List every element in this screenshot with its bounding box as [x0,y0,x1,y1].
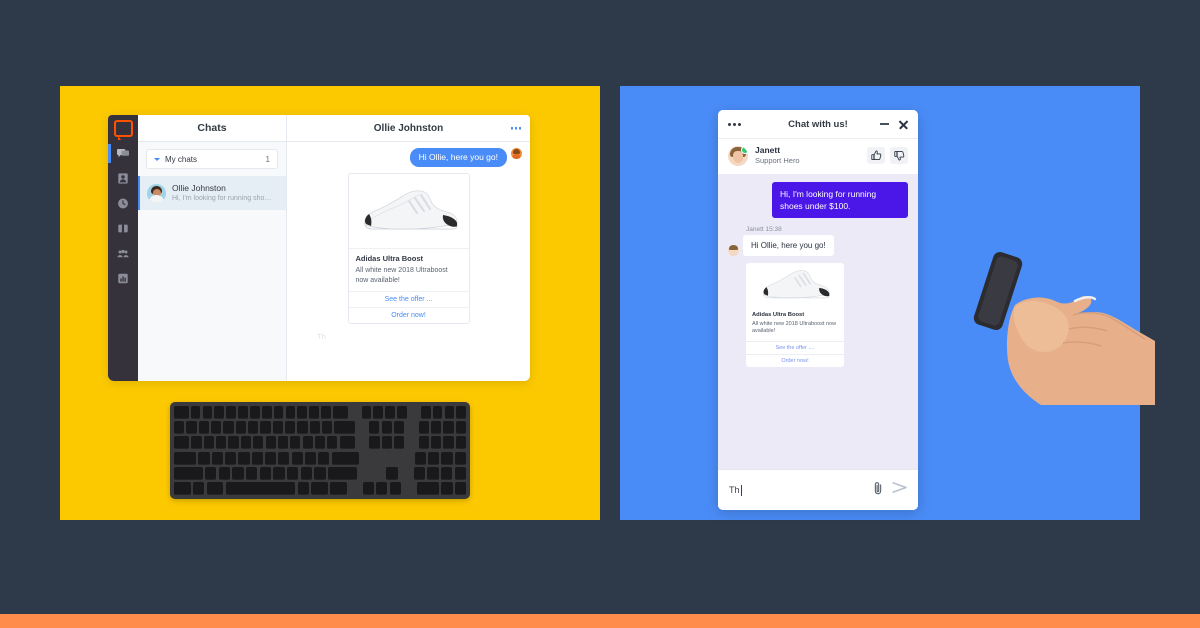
chat-list-panel: Chats My chats 1 Ollie Johnston Hi, I'm … [138,115,287,381]
message-visitor: Hi, I'm looking for running shoes under … [728,182,908,218]
order-now-button[interactable]: Order now! [746,353,844,367]
avatar [511,148,522,159]
sidebar-item-contacts[interactable] [108,166,138,191]
product-image [348,174,469,248]
see-offer-button[interactable]: See the offer .... [746,340,844,354]
team-icon [117,249,129,258]
product-description: All white new 2018 Ultraboost now availa… [355,267,448,284]
product-image [746,263,844,307]
avatar [728,245,739,256]
hand-holding-phone [955,245,1155,405]
contacts-icon [118,173,128,184]
see-offer-button[interactable]: See the offer ... [348,291,469,307]
chats-icon [117,149,129,158]
typing-preview: Th [317,332,326,341]
message-bubble: Hi, I'm looking for running shoes under … [772,182,908,218]
my-chats-group[interactable]: My chats 1 [146,149,278,169]
more-options-icon[interactable] [728,122,741,126]
order-now-button[interactable]: Order now! [348,307,469,323]
list-item-preview: Hi, I'm looking for running shoes... [172,194,272,202]
chat-widget: Chat with us! Janett Support Hero Hi, I'… [718,110,918,510]
widget-messages: Hi, I'm looking for running shoes under … [718,174,918,469]
sidebar-item-reports[interactable] [108,266,138,291]
more-options-icon[interactable] [510,126,521,130]
page-title: Ollie Johnston [373,122,444,134]
desktop-app-window: Chats My chats 1 Ollie Johnston Hi, I'm … [108,115,530,381]
text-caret [740,484,742,496]
message-input[interactable]: Th [729,484,864,496]
product-card: Adidas Ultra Boost All white new 2018 Ul… [746,263,844,367]
message-bubble: Hi Ollie, here you go! [743,235,834,256]
widget-agent-bar: Janett Support Hero [718,138,918,174]
thumbs-down-icon[interactable] [890,147,908,164]
avatar [728,145,748,166]
white-running-shoe [763,270,830,299]
agent-role: Support Hero [755,156,800,165]
send-icon[interactable] [892,481,907,499]
message-agent: Hi Ollie, here you go! [728,235,908,256]
chat-list-header: Chats [138,115,286,142]
message-agent: Hi Ollie, here you go! [295,148,522,167]
message-input-value: Th [729,485,740,495]
conversation-messages: Hi Ollie, here you go! Adidas Ultra Boos… [287,142,530,381]
message-meta: Janett 15:38 [746,226,782,233]
sidebar-item-team[interactable] [108,241,138,266]
archives-icon [118,198,128,209]
scene: Chats My chats 1 Ollie Johnston Hi, I'm … [0,0,1200,628]
white-running-shoe [363,190,457,230]
wireless-keyboard [170,402,470,499]
paperclip-icon[interactable] [872,481,884,500]
my-chats-label: My chats [165,154,198,164]
chevron-down-icon [154,157,160,161]
product-title: Adidas Ultra Boost [355,254,424,263]
avatar [147,183,166,203]
sidebar-item-engage[interactable] [108,216,138,241]
product-description: All white new 2018 Ultraboost now availa… [752,320,837,335]
conversation-panel: Ollie Johnston Hi Ollie, here you go! Ad… [287,115,530,381]
product-card: Adidas Ultra Boost All white new 2018 Ul… [347,173,470,324]
sidebar-item-archives[interactable] [108,191,138,216]
app-sidebar-rail [108,115,138,381]
my-chats-count: 1 [265,154,270,164]
agent-name: Janett [755,145,781,155]
list-item[interactable]: Ollie Johnston Hi, I'm looking for runni… [138,176,286,210]
conversation-header: Ollie Johnston [287,115,530,142]
thumbs-up-icon[interactable] [867,147,885,164]
message-bubble: Hi Ollie, here you go! [409,148,507,167]
list-item-name: Ollie Johnston [172,182,226,193]
livechat-logo [108,115,138,141]
sidebar-item-chats[interactable] [108,141,138,166]
bottom-accent-strip [0,614,1200,628]
widget-header: Chat with us! [718,110,918,138]
online-status-dot [741,145,748,154]
engage-icon [118,224,128,233]
widget-input-bar: Th [718,469,918,510]
chat-list-title: Chats [197,122,227,134]
minimize-icon[interactable] [880,123,889,125]
reports-icon [118,273,128,284]
close-icon[interactable] [898,119,908,129]
product-title: Adidas Ultra Boost [752,312,805,318]
